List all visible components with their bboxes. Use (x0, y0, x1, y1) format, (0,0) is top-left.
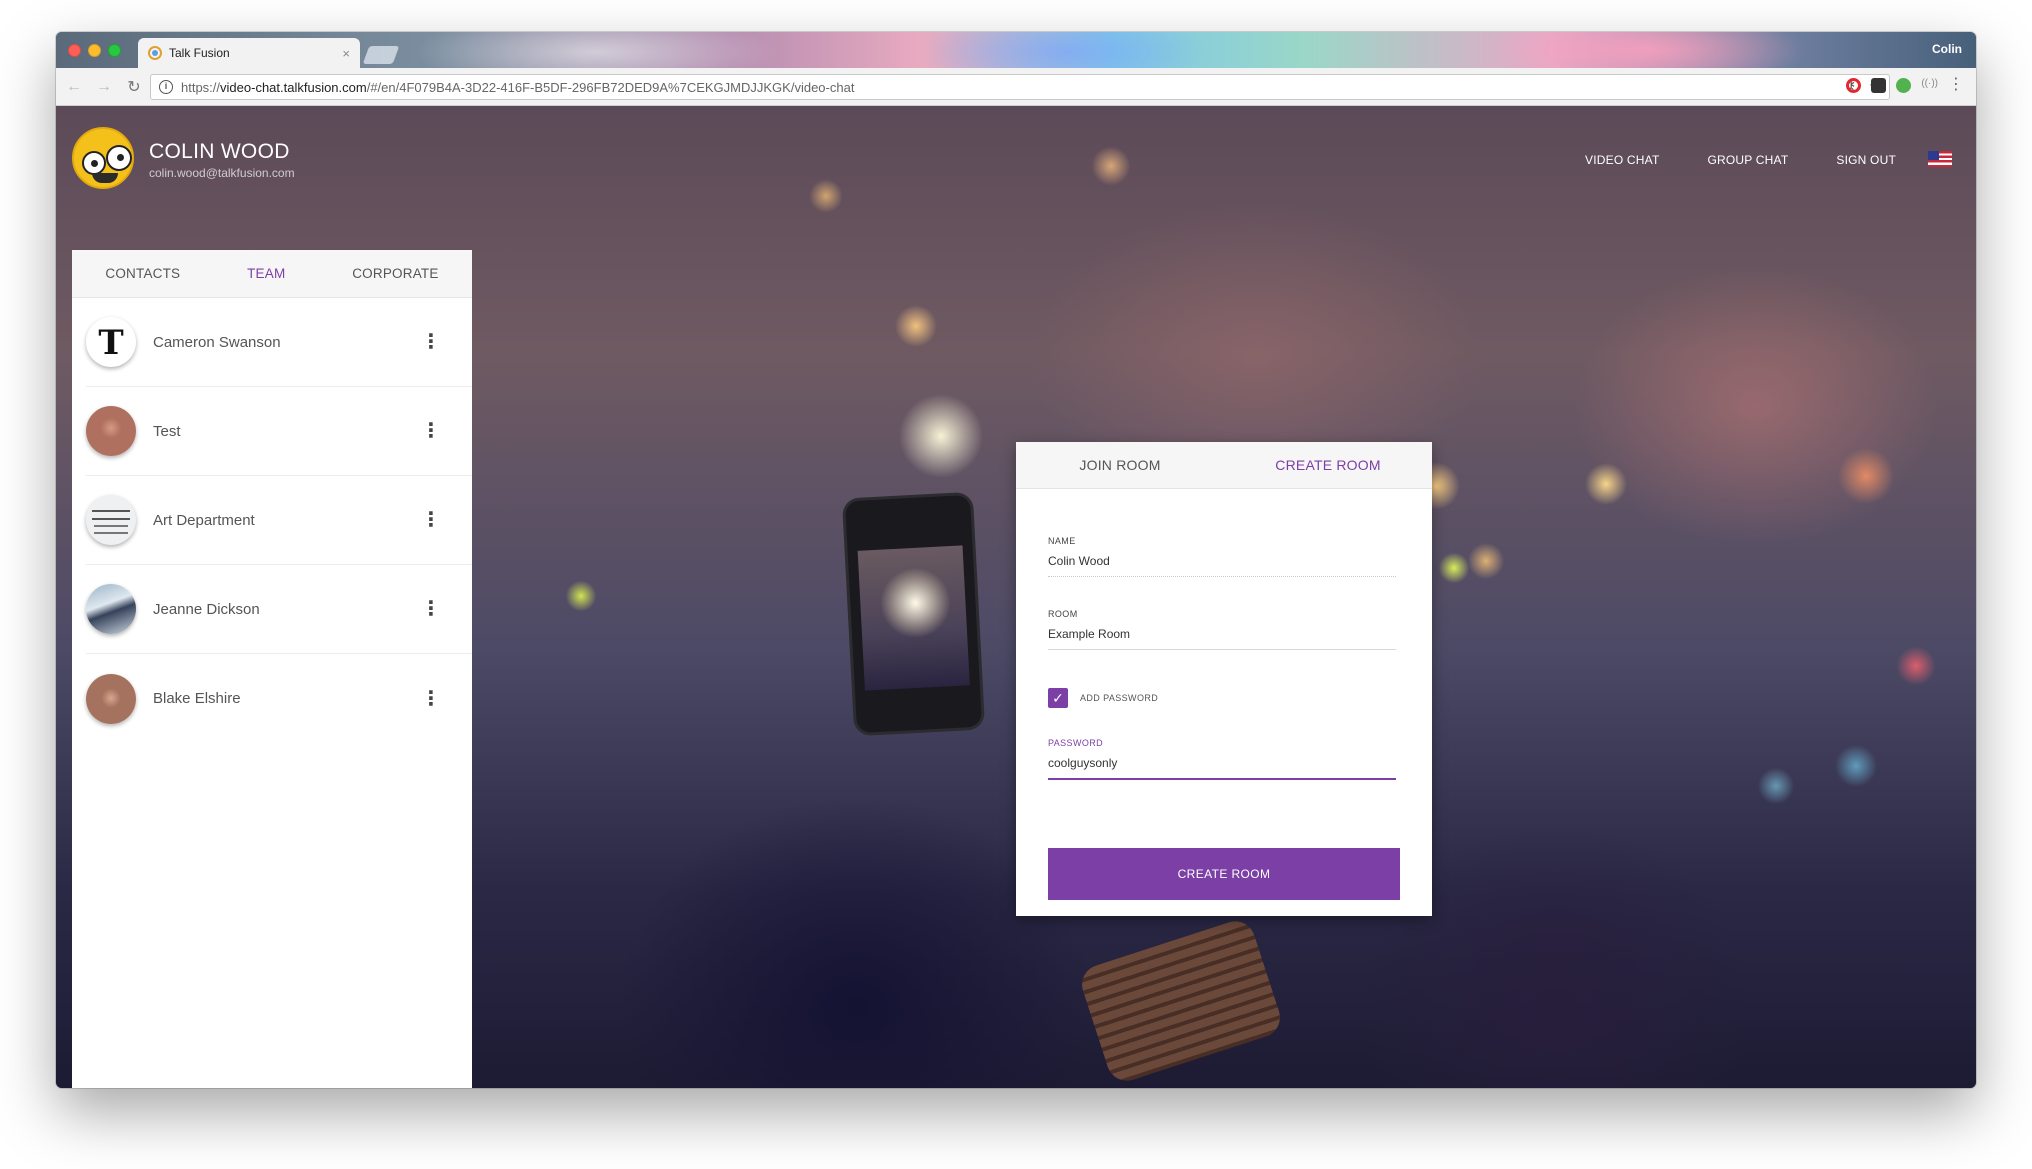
contact-name: Test (153, 422, 181, 440)
back-arrow-icon[interactable]: ← (62, 78, 86, 96)
contact-avatar (86, 406, 136, 456)
url-text: https://video-chat.talkfusion.com/#/en/4… (181, 79, 855, 95)
room-dialog: JOIN ROOM CREATE ROOM NAME ROOM ✓ ADD PA… (1016, 442, 1432, 916)
masks-avatar (86, 495, 136, 545)
background-photo-phone (845, 494, 982, 734)
contact-item[interactable]: Blake Elshire ⋮ (86, 654, 472, 743)
title-bar: Talk Fusion × Colin (56, 32, 1976, 68)
tab-join-room[interactable]: JOIN ROOM (1016, 442, 1224, 488)
tab-create-room[interactable]: CREATE ROOM (1224, 442, 1432, 488)
contact-item[interactable]: Test ⋮ (86, 387, 472, 476)
room-dialog-tabs: JOIN ROOM CREATE ROOM (1016, 442, 1432, 489)
top-navigation: VIDEO CHAT GROUP CHAT SIGN OUT (1585, 153, 1896, 167)
us-flag-icon[interactable] (1928, 151, 1952, 167)
more-options-icon[interactable]: ⋮ (416, 421, 446, 441)
site-info-icon[interactable]: i (159, 80, 173, 94)
add-password-label: ADD PASSWORD (1080, 693, 1159, 703)
cast-icon[interactable]: ((·)) (1921, 78, 1938, 93)
user-email: colin.wood@talkfusion.com (149, 166, 295, 180)
name-label: NAME (1048, 536, 1076, 546)
tab-close-icon[interactable]: × (342, 46, 350, 61)
more-options-icon[interactable]: ⋮ (416, 510, 446, 530)
tab-team[interactable]: TEAM (247, 266, 285, 281)
avatar-mouth (92, 173, 118, 183)
contact-item[interactable]: Art Department ⋮ (86, 476, 472, 565)
create-room-button[interactable]: CREATE ROOM (1048, 848, 1400, 900)
room-label: ROOM (1048, 609, 1078, 619)
browser-toolbar: ← → ↻ i https://video-chat.talkfusion.co… (56, 68, 1976, 106)
app-page: COLIN WOOD colin.wood@talkfusion.com VID… (56, 106, 1976, 1088)
reload-icon[interactable]: ↻ (122, 77, 146, 97)
nav-video-chat[interactable]: VIDEO CHAT (1585, 153, 1659, 167)
contacts-sidebar: CONTACTS TEAM CORPORATE Cameron Swanson … (72, 250, 472, 1088)
opera-extension-icon[interactable] (1846, 78, 1862, 93)
add-password-checkbox[interactable]: ✓ (1048, 688, 1068, 708)
ghostery-extension-icon[interactable] (1871, 78, 1887, 93)
contact-name: Blake Elshire (153, 690, 241, 707)
sidebar-tabs: CONTACTS TEAM CORPORATE (72, 250, 472, 298)
password-input[interactable] (1048, 754, 1396, 780)
forward-arrow-icon[interactable]: → (92, 78, 116, 96)
extension-icons: ((·)) ⋮ (1846, 77, 1964, 93)
maximize-window-button[interactable] (108, 44, 121, 57)
tesla-logo-avatar (86, 317, 136, 367)
bird-avatar (86, 584, 136, 634)
contact-name: Cameron Swanson (153, 333, 281, 351)
contact-avatar (86, 673, 136, 724)
browser-menu-icon[interactable]: ⋮ (1948, 77, 1964, 93)
nav-group-chat[interactable]: GROUP CHAT (1707, 153, 1788, 167)
tab-corporate[interactable]: CORPORATE (352, 266, 438, 281)
background-photo-bracelet (1076, 916, 1286, 1086)
phone-screen (857, 545, 970, 691)
address-bar[interactable]: i https://video-chat.talkfusion.com/#/en… (150, 74, 1890, 100)
close-window-button[interactable] (68, 44, 81, 57)
contact-item[interactable]: Jeanne Dickson ⋮ (86, 565, 472, 654)
name-field-group: NAME (1048, 536, 1396, 577)
user-avatar[interactable] (72, 127, 134, 189)
contact-name: Jeanne Dickson (153, 600, 260, 618)
talkfusion-favicon-icon (148, 46, 162, 60)
more-options-icon[interactable]: ⋮ (416, 689, 446, 709)
tab-title: Talk Fusion (169, 46, 230, 60)
room-input[interactable] (1048, 625, 1396, 650)
browser-profile-name[interactable]: Colin (1932, 42, 1962, 56)
avatar-eye (117, 154, 124, 161)
room-field-group: ROOM (1048, 609, 1396, 650)
more-options-icon[interactable]: ⋮ (416, 599, 446, 619)
password-field-group: PASSWORD (1048, 738, 1396, 780)
browser-window: Talk Fusion × Colin ← → ↻ i https://vide… (56, 32, 1976, 1088)
green-extension-icon[interactable] (1896, 78, 1912, 93)
tab-contacts[interactable]: CONTACTS (105, 266, 180, 281)
contact-item[interactable]: Cameron Swanson ⋮ (86, 298, 472, 387)
more-options-icon[interactable]: ⋮ (416, 332, 446, 352)
user-name: COLIN WOOD (149, 140, 290, 163)
browser-tab[interactable]: Talk Fusion × (138, 38, 360, 68)
add-password-row: ✓ ADD PASSWORD (1048, 688, 1158, 708)
minimize-window-button[interactable] (88, 44, 101, 57)
password-label: PASSWORD (1048, 738, 1104, 748)
avatar-eye (91, 160, 98, 167)
nav-sign-out[interactable]: SIGN OUT (1836, 153, 1896, 167)
new-tab-button[interactable] (362, 46, 400, 64)
name-input[interactable] (1048, 552, 1396, 577)
contact-name: Art Department (153, 511, 255, 529)
